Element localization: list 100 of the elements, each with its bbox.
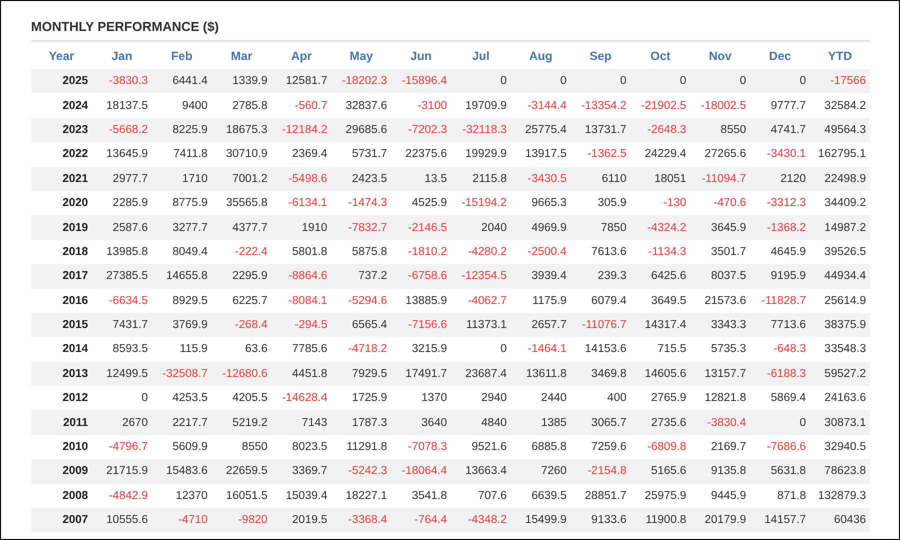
table-cell: 7613.6: [570, 240, 630, 264]
table-cell: 0: [92, 386, 152, 410]
table-cell: 19709.9: [451, 93, 511, 118]
table-cell: 7143: [272, 410, 332, 435]
table-cell: -14628.4: [272, 386, 332, 410]
table-cell: 29685.6: [331, 118, 392, 142]
table-cell: 8049.4: [152, 240, 212, 264]
table-cell: 7929.5: [331, 362, 392, 386]
table-cell: -3830.4: [690, 410, 750, 435]
column-header: Oct: [630, 42, 690, 69]
year-cell: 2021: [31, 166, 92, 191]
table-cell: 2587.6: [92, 215, 152, 240]
table-cell: 4377.7: [212, 215, 272, 240]
table-cell: 7259.6: [570, 434, 630, 460]
table-cell: 9445.9: [690, 484, 750, 508]
table-cell: 7001.2: [212, 166, 272, 191]
table-cell-text: 715.5: [656, 342, 688, 358]
table-cell: 15039.4: [272, 484, 332, 508]
table-cell: 6639.5: [510, 484, 571, 508]
table-cell: -32118.3: [451, 118, 511, 142]
table-cell: 34409.2: [810, 190, 870, 216]
year-cell: 2018: [31, 240, 92, 264]
table-cell: 9133.6: [570, 508, 630, 532]
table-cell: 25614.9: [810, 288, 870, 313]
table-cell: 22498.9: [810, 166, 870, 191]
table-cell: 15499.9: [510, 508, 571, 532]
table-cell: 3645.9: [690, 215, 750, 240]
table-cell: 9135.8: [690, 459, 750, 484]
table-cell: -5498.6: [272, 166, 332, 191]
table-cell: 22375.6: [391, 142, 451, 167]
table-cell: -470.6: [690, 190, 750, 216]
table-cell: 18137.5: [92, 93, 152, 118]
table-cell: 7850: [570, 215, 630, 240]
table-cell: 2785.8: [212, 93, 272, 118]
table-cell: 2440: [510, 386, 571, 410]
table-cell: 6885.8: [510, 434, 571, 460]
table-cell: 2670: [92, 410, 152, 435]
year-cell: 2024: [31, 93, 92, 118]
table-cell: -3430.1: [750, 142, 810, 167]
table-cell: -4710: [152, 508, 212, 532]
panel-title: MONTHLY PERFORMANCE ($): [31, 18, 219, 36]
table-cell-text: 63.6: [244, 342, 269, 358]
table-cell: -4280.2: [451, 240, 511, 264]
table-cell: -8864.6: [272, 264, 332, 289]
table-cell: 3343.3: [690, 312, 750, 338]
column-header: Jan: [92, 42, 152, 69]
table-cell: 5631.8: [750, 459, 810, 484]
table-cell: 13.5: [391, 166, 451, 191]
table-cell: 4741.7: [750, 118, 810, 142]
table-cell: 2169.7: [690, 434, 750, 460]
table-cell: -560.7: [272, 93, 332, 118]
table-cell: 14157.7: [750, 508, 810, 532]
table-cell: 1710: [152, 166, 212, 191]
table-cell: 20179.9: [690, 508, 750, 532]
year-cell: 2019: [31, 215, 92, 240]
table-cell: 239.3: [570, 264, 630, 289]
table-cell: 2295.9: [212, 264, 272, 289]
table-cell: 17491.7: [391, 362, 451, 386]
table-cell: -6809.8: [630, 434, 690, 460]
table-cell: 2423.5: [331, 166, 392, 191]
table-cell: -1362.5: [570, 142, 630, 167]
table-cell-text: 3215.9: [410, 342, 448, 358]
table-cell: 25975.9: [630, 484, 690, 508]
table-cell: 8775.9: [152, 190, 212, 216]
year-cell: 2008: [31, 484, 92, 508]
table-cell: 4525.9: [391, 190, 451, 216]
table-cell: 39526.5: [810, 240, 870, 264]
table-cell: -32508.7: [152, 362, 212, 386]
table-cell: -7078.3: [391, 434, 451, 460]
year-cell: 2010: [31, 434, 92, 460]
table-cell: 4645.9: [750, 240, 810, 264]
table-cell: 3469.8: [570, 362, 630, 386]
table-cell: -2648.3: [630, 118, 690, 142]
column-header: Jul: [451, 42, 511, 69]
table-cell: 707.6: [451, 484, 511, 508]
table-cell: 3369.7: [272, 459, 332, 484]
table-cell: 0: [750, 410, 810, 435]
table-cell: 3065.7: [570, 410, 630, 435]
table-cell: 32584.2: [810, 93, 870, 118]
column-header: Apr: [272, 42, 332, 69]
table-cell: 30873.1: [810, 410, 870, 435]
table-cell: 7260: [510, 459, 571, 484]
table-cell: 1787.3: [331, 410, 392, 435]
table-cell: 14605.6: [630, 362, 690, 386]
table-cell: 1725.9: [331, 386, 392, 410]
table-cell: 13611.8: [510, 362, 571, 386]
table-cell: -7832.7: [331, 215, 392, 240]
table-cell: 6225.7: [212, 288, 272, 313]
table-cell: -13354.2: [570, 93, 630, 118]
table-cell: 5165.6: [630, 459, 690, 484]
table-cell: 9521.6: [451, 434, 511, 460]
table-cell: 24163.6: [810, 386, 870, 410]
table-cell: 16051.5: [212, 484, 272, 508]
table-cell: 21715.9: [92, 459, 152, 484]
table-cell: 0: [451, 69, 511, 94]
table-cell: -3830.3: [92, 69, 152, 94]
year-cell: 2025: [31, 69, 92, 94]
column-header: Feb: [152, 42, 212, 69]
table-cell: 3769.9: [152, 312, 212, 338]
table-cell: 22659.5: [212, 459, 272, 484]
